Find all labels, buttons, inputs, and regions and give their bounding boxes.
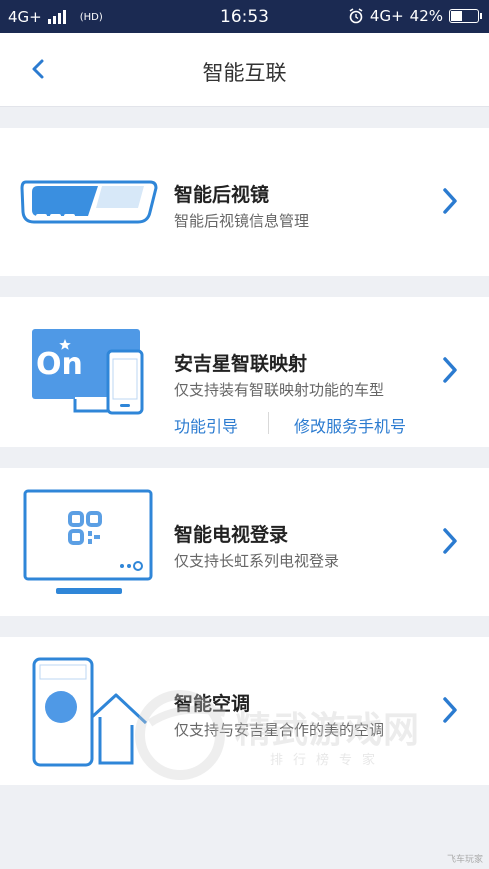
chevron-right-icon[interactable] <box>439 186 461 216</box>
page-title: 智能互联 <box>202 61 287 85</box>
item-subtitle: 智能后视镜信息管理 <box>174 212 310 230</box>
alarm-icon <box>349 8 363 24</box>
battery-icon <box>449 9 482 23</box>
onstar-logo-text: On <box>36 347 83 382</box>
watermark-text: 精武游戏网 <box>235 710 421 751</box>
feature-guide-link[interactable]: 功能引导 <box>174 413 238 437</box>
tv-qr-icon <box>23 489 153 594</box>
link-divider <box>268 412 269 434</box>
chevron-right-icon[interactable] <box>439 526 461 556</box>
item-subtitle: 仅支持装有智联映射功能的车型 <box>174 381 385 399</box>
network-type-right: 4G+ <box>369 7 404 25</box>
item-title: 智能后视镜 <box>174 184 270 206</box>
card-smart-mirror[interactable]: 智能后视镜 智能后视镜信息管理 <box>0 128 489 276</box>
nav-bar: 智能互联 <box>0 33 489 107</box>
item-title: 安吉星智联映射 <box>174 353 308 375</box>
item-title: 智能电视登录 <box>174 524 289 546</box>
rearview-mirror-icon <box>20 180 158 224</box>
watermark-subtext: 排行榜专家 <box>270 753 386 768</box>
status-bar: 4G+ (HD) 16:53 4G+ 42% <box>0 0 489 33</box>
watermark: 精武游戏网 排行榜专家 <box>130 683 470 783</box>
battery-percent: 42% <box>409 7 443 25</box>
change-phone-link[interactable]: 修改服务手机号 <box>294 413 406 437</box>
watermark-logo-icon <box>135 690 226 780</box>
card-smart-tv-login[interactable]: 智能电视登录 仅支持长虹系列电视登录 <box>0 468 489 616</box>
corner-watermark: 飞车玩家 <box>446 855 483 865</box>
chevron-right-icon[interactable] <box>439 355 461 385</box>
card-onstar-mapping[interactable]: On 安吉星智联映射 仅支持装有智联映射功能的车型 功能引导 修改服务手机号 <box>0 297 489 447</box>
item-subtitle: 仅支持长虹系列电视登录 <box>174 552 340 570</box>
